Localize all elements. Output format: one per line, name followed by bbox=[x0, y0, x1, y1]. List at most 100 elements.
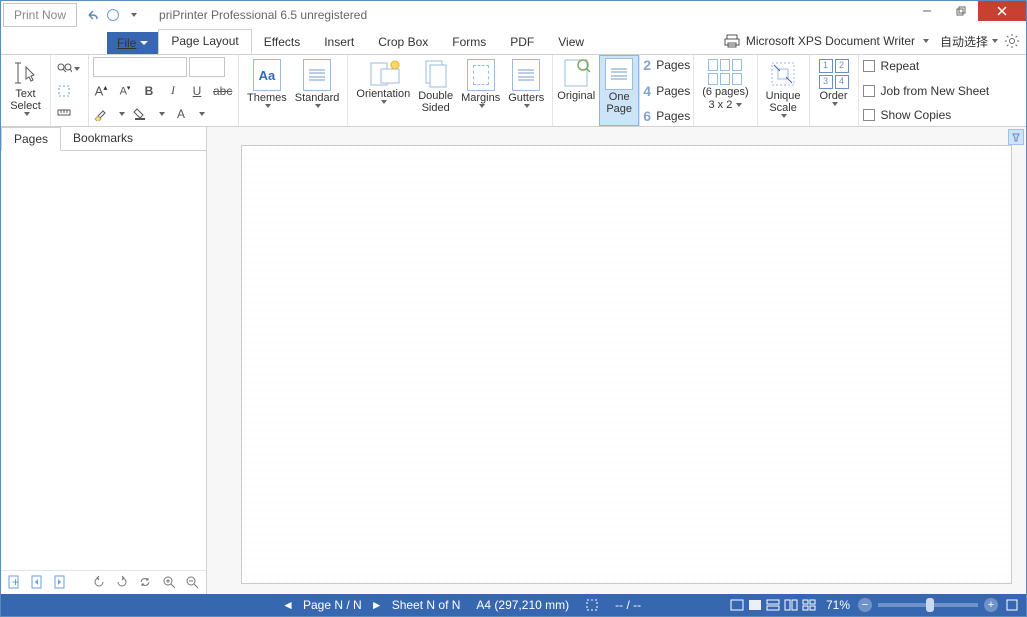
gutters-button[interactable]: Gutters bbox=[504, 57, 548, 116]
original-button[interactable]: Original bbox=[553, 55, 599, 126]
zoom-level[interactable]: 71% bbox=[818, 598, 858, 612]
group-layout-mode: Original One Page bbox=[553, 55, 640, 126]
printer-name: Microsoft XPS Document Writer bbox=[746, 34, 915, 48]
grow-font-button[interactable]: A▴ bbox=[93, 83, 109, 98]
print-now-button[interactable]: Print Now bbox=[3, 3, 77, 27]
view-mode-1-button[interactable] bbox=[729, 598, 745, 612]
qat-more-button[interactable] bbox=[125, 7, 141, 23]
printer-icon bbox=[724, 33, 740, 49]
nup-grid-button[interactable]: (6 pages) 3 x 2 bbox=[698, 57, 752, 113]
group-page-setup: Orientation Double Sided Margins Gutters bbox=[348, 55, 553, 126]
double-sided-icon bbox=[422, 59, 450, 89]
job-new-sheet-checkbox[interactable]: Job from New Sheet bbox=[863, 84, 990, 98]
next-page-button[interactable]: ► bbox=[370, 598, 384, 612]
one-page-icon bbox=[605, 58, 633, 90]
tab-pdf[interactable]: PDF bbox=[498, 31, 546, 54]
tab-insert[interactable]: Insert bbox=[312, 31, 366, 54]
standard-page-icon bbox=[303, 59, 331, 91]
close-button[interactable] bbox=[978, 1, 1026, 21]
tab-view[interactable]: View bbox=[546, 31, 596, 54]
two-pages-button[interactable]: 2Pages bbox=[642, 57, 691, 73]
export-page-button[interactable] bbox=[53, 575, 68, 591]
crop-indicator-icon[interactable] bbox=[577, 598, 607, 612]
font-family-combo[interactable] bbox=[93, 57, 187, 77]
grid-6-icon bbox=[708, 59, 742, 85]
ribbon-panel: Text Select A▴ A▾ B I U abc A bbox=[1, 54, 1026, 127]
selection-tool-button[interactable] bbox=[53, 81, 75, 101]
six-pages-button[interactable]: 6Pages bbox=[642, 108, 691, 124]
fullscreen-button[interactable] bbox=[998, 599, 1026, 611]
settings-gear-button[interactable] bbox=[1004, 33, 1020, 49]
rotate-ccw-button[interactable] bbox=[92, 575, 107, 591]
side-tab-pages[interactable]: Pages bbox=[1, 127, 61, 151]
repeat-checkbox[interactable]: Repeat bbox=[863, 59, 990, 73]
file-tab[interactable]: File bbox=[107, 32, 158, 54]
tab-effects[interactable]: Effects bbox=[252, 31, 312, 54]
view-mode-5-button[interactable] bbox=[801, 598, 817, 612]
view-mode-4-button[interactable] bbox=[783, 598, 799, 612]
find-button[interactable] bbox=[53, 59, 83, 79]
show-copies-checkbox[interactable]: Show Copies bbox=[863, 108, 990, 122]
highlight-button[interactable] bbox=[93, 107, 109, 121]
four-pages-button[interactable]: 4Pages bbox=[642, 83, 691, 99]
double-sided-button[interactable]: Double Sided bbox=[414, 57, 457, 116]
page-preview[interactable] bbox=[241, 145, 1012, 584]
group-scale: Unique Scale bbox=[758, 55, 810, 126]
zoom-out-button[interactable]: − bbox=[858, 598, 872, 612]
zoom-out-side-button[interactable] bbox=[185, 575, 200, 591]
measure-button[interactable] bbox=[53, 102, 75, 122]
themes-button[interactable]: Aa Themes bbox=[243, 57, 291, 110]
quick-access-toolbar bbox=[85, 7, 141, 23]
tab-crop-box[interactable]: Crop Box bbox=[366, 31, 440, 54]
auto-select-dropdown[interactable]: 自动选择 bbox=[940, 33, 998, 50]
zoom-in-side-button[interactable] bbox=[162, 575, 177, 591]
order-icon: 1234 bbox=[819, 59, 849, 89]
tab-forms[interactable]: Forms bbox=[440, 31, 498, 54]
pin-panel-button[interactable] bbox=[1008, 129, 1024, 145]
view-mode-3-button[interactable] bbox=[765, 598, 781, 612]
undo-button[interactable] bbox=[85, 7, 101, 23]
canvas-area[interactable] bbox=[207, 127, 1026, 594]
window-title: priPrinter Professional 6.5 unregistered bbox=[159, 8, 367, 22]
minimize-button[interactable] bbox=[910, 1, 944, 21]
orientation-button[interactable]: Orientation bbox=[352, 57, 414, 116]
prev-page-button[interactable]: ◄ bbox=[281, 598, 295, 612]
tab-page-layout[interactable]: Page Layout bbox=[158, 29, 251, 54]
svg-text:+: + bbox=[12, 575, 19, 589]
shrink-font-button[interactable]: A▾ bbox=[117, 84, 133, 98]
add-page-button[interactable]: + bbox=[7, 575, 22, 591]
import-page-button[interactable] bbox=[30, 575, 45, 591]
refresh-button[interactable] bbox=[138, 575, 153, 591]
strike-button[interactable]: abc bbox=[213, 84, 229, 98]
bold-button[interactable]: B bbox=[141, 84, 157, 98]
side-panel: Pages Bookmarks + bbox=[1, 127, 207, 594]
zoom-slider[interactable] bbox=[878, 603, 978, 607]
status-paper: A4 (297,210 mm) bbox=[468, 598, 577, 612]
theme-circle-button[interactable] bbox=[105, 7, 121, 23]
gutters-icon bbox=[512, 59, 540, 91]
font-size-combo[interactable] bbox=[189, 57, 225, 77]
standard-button[interactable]: Standard bbox=[291, 57, 344, 110]
margins-button[interactable]: Margins bbox=[457, 57, 504, 116]
side-tab-bookmarks[interactable]: Bookmarks bbox=[61, 127, 145, 150]
zoom-in-button[interactable]: + bbox=[984, 598, 998, 612]
view-mode-2-button[interactable] bbox=[747, 598, 763, 612]
underline-button[interactable]: U bbox=[189, 84, 205, 98]
scale-icon bbox=[768, 59, 798, 89]
printer-dropdown[interactable]: Microsoft XPS Document Writer bbox=[719, 30, 934, 52]
one-page-button[interactable]: One Page bbox=[599, 55, 639, 126]
order-button[interactable]: 1234 Order bbox=[814, 57, 854, 108]
group-order: 1234 Order bbox=[810, 55, 859, 126]
text-select-button[interactable]: Text Select bbox=[5, 57, 46, 118]
unique-scale-button[interactable]: Unique Scale bbox=[762, 57, 805, 120]
restore-button[interactable] bbox=[944, 1, 978, 21]
printer-selector-area: Microsoft XPS Document Writer 自动选择 bbox=[719, 30, 1020, 52]
font-fill-button[interactable] bbox=[133, 107, 149, 121]
font-color-button[interactable]: A bbox=[173, 107, 189, 121]
rotate-cw-button[interactable] bbox=[115, 575, 130, 591]
italic-button[interactable]: I bbox=[165, 83, 181, 98]
chevron-down-icon bbox=[24, 112, 30, 116]
group-themes: Aa Themes Standard bbox=[239, 55, 348, 126]
group-nup-grid: (6 pages) 3 x 2 bbox=[694, 55, 757, 126]
title-bar: Print Now priPrinter Professional 6.5 un… bbox=[1, 1, 1026, 28]
